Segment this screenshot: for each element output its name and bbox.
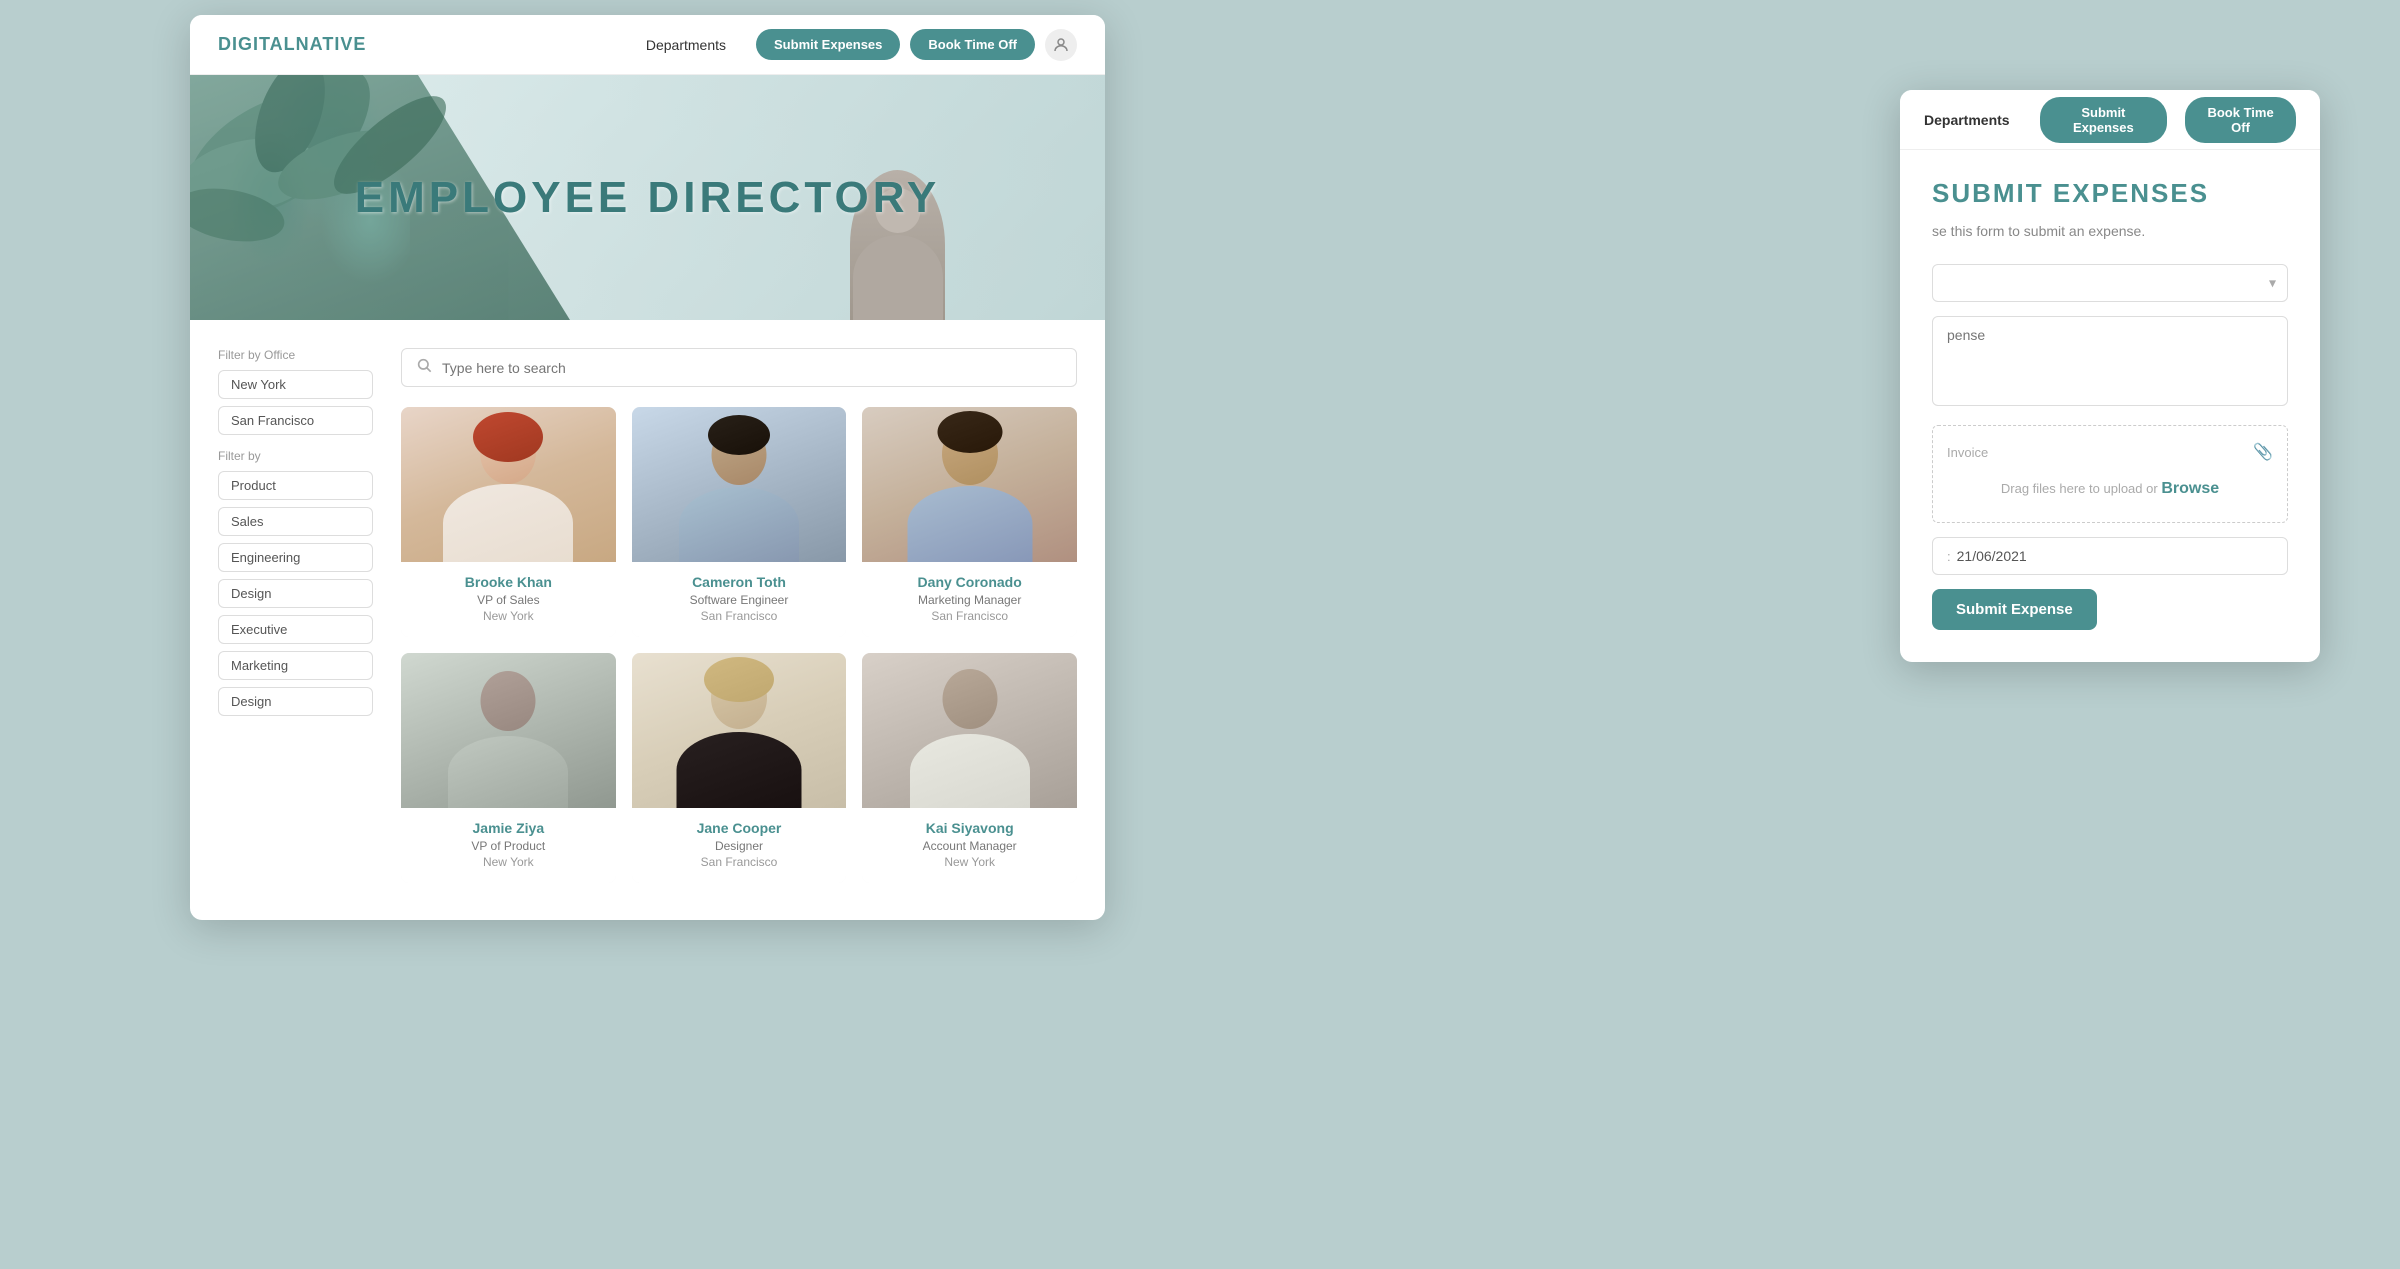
- employee-card-dany[interactable]: Dany Coronado Marketing Manager San Fran…: [862, 407, 1077, 637]
- employee-title-dany: Marketing Manager: [876, 593, 1063, 607]
- employee-office-brooke: New York: [415, 609, 602, 623]
- description-textarea[interactable]: [1932, 316, 2288, 406]
- submit-expense-button[interactable]: Submit Expense: [1932, 589, 2097, 630]
- employee-photo-jamie: [401, 653, 616, 808]
- employee-info-brooke: Brooke Khan VP of Sales New York: [401, 562, 616, 637]
- main-window: DIGITALNATIVE Departments Submit Expense…: [190, 15, 1105, 920]
- employee-info-jane: Jane Cooper Designer San Francisco: [632, 808, 847, 883]
- upload-browse-link[interactable]: Browse: [2161, 480, 2219, 497]
- employee-card-jamie[interactable]: Jamie Ziya VP of Product New York: [401, 653, 616, 883]
- employee-office-cameron: San Francisco: [646, 609, 833, 623]
- employee-photo-cameron: [632, 407, 847, 562]
- employees-cards: Brooke Khan VP of Sales New York: [401, 407, 1077, 883]
- expenses-title: SUBMIT EXPENSES: [1932, 178, 2288, 209]
- expenses-subtitle: se this form to submit an expense.: [1932, 221, 2288, 242]
- category-select-wrapper: Travel Meals Equipment Software Other: [1932, 264, 2288, 302]
- employee-photo-brooke: [401, 407, 616, 562]
- search-icon: [416, 357, 432, 378]
- filter-new-york[interactable]: New York: [218, 370, 373, 399]
- employee-office-kai: New York: [876, 855, 1063, 869]
- filter-engineering[interactable]: Engineering: [218, 543, 373, 572]
- filter-product[interactable]: Product: [218, 471, 373, 500]
- employee-card-cameron[interactable]: Cameron Toth Software Engineer San Franc…: [632, 407, 847, 637]
- employee-photo-jane: [632, 653, 847, 808]
- date-input-row[interactable]: : 21/06/2021: [1932, 537, 2288, 575]
- logo: DIGITALNATIVE: [218, 34, 366, 55]
- office-filter-section: Filter by Office New York San Francisco: [218, 348, 373, 435]
- employee-card-kai[interactable]: Kai Siyavong Account Manager New York: [862, 653, 1077, 883]
- employee-office-dany: San Francisco: [876, 609, 1063, 623]
- employee-photo-kai: [862, 653, 1077, 808]
- employee-name-kai: Kai Siyavong: [876, 820, 1063, 836]
- expenses-window: Departments Submit Expenses Book Time Of…: [1900, 90, 2320, 662]
- expenses-nav-departments[interactable]: Departments: [1924, 112, 2010, 128]
- employee-name-jamie: Jamie Ziya: [415, 820, 602, 836]
- employee-name-brooke: Brooke Khan: [415, 574, 602, 590]
- employee-info-jamie: Jamie Ziya VP of Product New York: [401, 808, 616, 883]
- category-field: Travel Meals Equipment Software Other: [1932, 264, 2288, 302]
- employee-office-jane: San Francisco: [646, 855, 833, 869]
- filter-design-2[interactable]: Design: [218, 687, 373, 716]
- sidebar: Filter by Office New York San Francisco …: [218, 348, 373, 920]
- dept-filter-section: Filter by Product Sales Engineering Desi…: [218, 449, 373, 716]
- hero-title: EMPLOYEE DIRECTORY: [355, 173, 940, 223]
- filter-executive[interactable]: Executive: [218, 615, 373, 644]
- employee-info-kai: Kai Siyavong Account Manager New York: [862, 808, 1077, 883]
- main-nav: DIGITALNATIVE Departments Submit Expense…: [190, 15, 1105, 75]
- filter-san-francisco[interactable]: San Francisco: [218, 406, 373, 435]
- employee-title-jamie: VP of Product: [415, 839, 602, 853]
- filter-design[interactable]: Design: [218, 579, 373, 608]
- upload-label-row: Invoice 📎: [1947, 442, 2273, 462]
- date-colon-label: :: [1947, 549, 1951, 564]
- category-select[interactable]: Travel Meals Equipment Software Other: [1932, 264, 2288, 302]
- employee-info-cameron: Cameron Toth Software Engineer San Franc…: [632, 562, 847, 637]
- employee-photo-dany: [862, 407, 1077, 562]
- employee-name-dany: Dany Coronado: [876, 574, 1063, 590]
- date-value: 21/06/2021: [1957, 548, 2027, 564]
- nav-departments[interactable]: Departments: [646, 37, 726, 53]
- filter-sales[interactable]: Sales: [218, 507, 373, 536]
- expenses-nav-book-btn[interactable]: Book Time Off: [2185, 97, 2296, 143]
- description-field: [1932, 316, 2288, 411]
- employee-info-dany: Dany Coronado Marketing Manager San Fran…: [862, 562, 1077, 637]
- employee-title-jane: Designer: [646, 839, 833, 853]
- main-content: Filter by Office New York San Francisco …: [190, 320, 1105, 920]
- upload-drop-zone[interactable]: Drag files here to upload or Browse: [1947, 470, 2273, 506]
- employee-card-jane[interactable]: Jane Cooper Designer San Francisco: [632, 653, 847, 883]
- employee-name-jane: Jane Cooper: [646, 820, 833, 836]
- employee-name-cameron: Cameron Toth: [646, 574, 833, 590]
- filter-by-label: Filter by: [218, 449, 373, 463]
- employee-card-brooke[interactable]: Brooke Khan VP of Sales New York: [401, 407, 616, 637]
- paperclip-icon: 📎: [2253, 442, 2273, 462]
- employee-office-jamie: New York: [415, 855, 602, 869]
- expenses-nav-submit-btn[interactable]: Submit Expenses: [2040, 97, 2168, 143]
- upload-drag-text: Drag files here to upload or: [2001, 481, 2161, 496]
- upload-area[interactable]: Invoice 📎 Drag files here to upload or B…: [1932, 425, 2288, 523]
- user-icon[interactable]: [1045, 29, 1077, 61]
- employee-title-cameron: Software Engineer: [646, 593, 833, 607]
- upload-label-text: Invoice: [1947, 445, 1988, 460]
- invoice-field: Invoice 📎 Drag files here to upload or B…: [1932, 425, 2288, 523]
- date-field: : 21/06/2021: [1932, 537, 2288, 575]
- search-container[interactable]: [401, 348, 1077, 387]
- nav-submit-expenses-btn[interactable]: Submit Expenses: [756, 29, 900, 60]
- expenses-nav: Departments Submit Expenses Book Time Of…: [1900, 90, 2320, 150]
- search-input[interactable]: [442, 360, 1062, 376]
- hero-banner: EMPLOYEE DIRECTORY: [190, 75, 1105, 320]
- filter-office-label: Filter by Office: [218, 348, 373, 362]
- employees-grid: Brooke Khan VP of Sales New York: [401, 348, 1077, 920]
- filter-marketing[interactable]: Marketing: [218, 651, 373, 680]
- employee-title-brooke: VP of Sales: [415, 593, 602, 607]
- employee-title-kai: Account Manager: [876, 839, 1063, 853]
- expenses-content: SUBMIT EXPENSES se this form to submit a…: [1900, 150, 2320, 662]
- nav-book-time-off-btn[interactable]: Book Time Off: [910, 29, 1035, 60]
